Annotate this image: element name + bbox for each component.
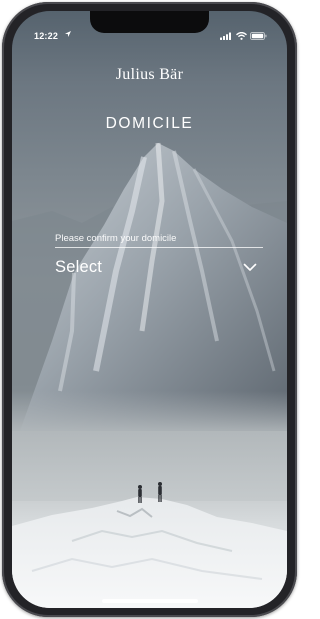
phone-frame: 12:22 Julius Bär DOMICILE Please confirm… — [2, 2, 297, 617]
wifi-icon — [236, 32, 247, 40]
battery-icon — [250, 32, 267, 40]
domicile-field-underline — [55, 247, 263, 248]
brand-logo: Julius Bär — [115, 66, 184, 83]
device-notch — [90, 11, 209, 33]
status-time: 12:22 — [34, 31, 59, 41]
status-icons — [220, 32, 267, 40]
home-indicator[interactable] — [102, 599, 198, 603]
domicile-field-label: Please confirm your domicile — [55, 233, 177, 244]
domicile-select[interactable]: Select — [55, 258, 102, 277]
mountain-background-image — [12, 142, 287, 608]
app-screen: 12:22 Julius Bär DOMICILE Please confirm… — [12, 11, 287, 608]
cellular-signal-icon — [220, 32, 231, 40]
location-arrow-icon — [65, 31, 71, 37]
chevron-down-icon[interactable] — [243, 263, 257, 272]
page-title: DOMICILE — [105, 115, 194, 132]
